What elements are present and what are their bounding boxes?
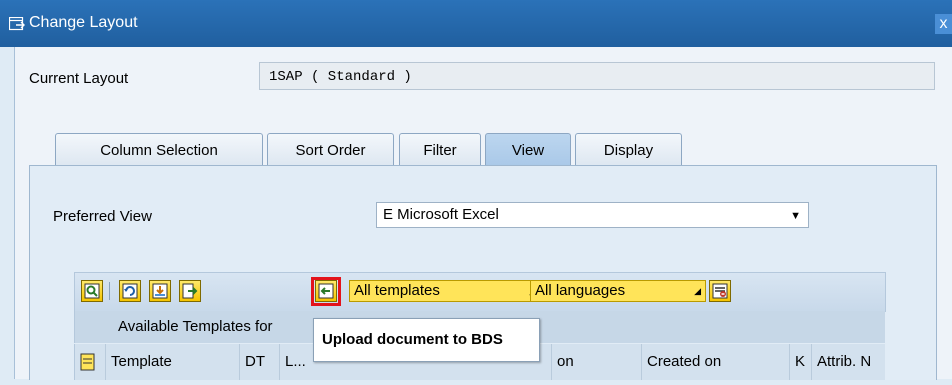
available-templates-label: Available Templates for	[118, 318, 273, 335]
preferred-view-label: Preferred View	[53, 208, 152, 225]
refresh-button[interactable]	[119, 280, 141, 302]
window-title: Change Layout	[29, 14, 138, 31]
column-header-template[interactable]: Template	[105, 344, 239, 380]
column-header-changed-on[interactable]: on	[551, 344, 641, 380]
export-button[interactable]	[179, 280, 201, 302]
chevron-down-icon: ▼	[790, 210, 801, 222]
window-titlebar: Change Layout x	[0, 0, 952, 47]
column-header-dt[interactable]: DT	[239, 344, 279, 380]
upload-tooltip: Upload document to BDS	[313, 318, 540, 362]
current-layout-field: 1SAP ( Standard )	[259, 62, 935, 90]
settings-icon	[712, 283, 728, 299]
tab-column-selection[interactable]: Column Selection	[55, 133, 263, 166]
current-layout-label: Current Layout	[29, 70, 129, 87]
details-button[interactable]	[81, 280, 103, 302]
templates-toolbar: All templates ◢ All languages ◢	[74, 272, 886, 312]
change-layout-icon	[9, 17, 25, 31]
refresh-icon	[122, 283, 138, 299]
tab-display[interactable]: Display	[575, 133, 682, 166]
download-icon	[152, 283, 168, 299]
details-icon	[84, 283, 100, 299]
languages-filter-dropdown[interactable]: All languages ◢	[530, 280, 706, 302]
export-icon	[182, 283, 198, 299]
tab-sort-order[interactable]: Sort Order	[267, 133, 394, 166]
column-header-attrib[interactable]: Attrib. N	[811, 344, 885, 380]
preferred-view-value: E Microsoft Excel	[383, 206, 499, 223]
languages-filter-value: All languages	[535, 282, 626, 299]
preferred-view-dropdown[interactable]: E Microsoft Excel ▼	[376, 202, 809, 228]
settings-button[interactable]	[709, 280, 731, 302]
close-button[interactable]: x	[935, 14, 952, 34]
column-header-k[interactable]: K	[789, 344, 811, 380]
tab-view[interactable]: View	[485, 133, 571, 167]
toolbar-separator	[109, 282, 110, 300]
column-header-created-on[interactable]: Created on	[641, 344, 789, 380]
templates-filter-dropdown[interactable]: All templates ◢	[349, 280, 541, 302]
download-button[interactable]	[149, 280, 171, 302]
templates-filter-value: All templates	[354, 282, 440, 299]
chevron-down-icon: ◢	[694, 286, 701, 296]
tab-filter[interactable]: Filter	[399, 133, 481, 166]
highlight-box	[311, 277, 341, 306]
select-all-icon[interactable]	[75, 344, 105, 380]
